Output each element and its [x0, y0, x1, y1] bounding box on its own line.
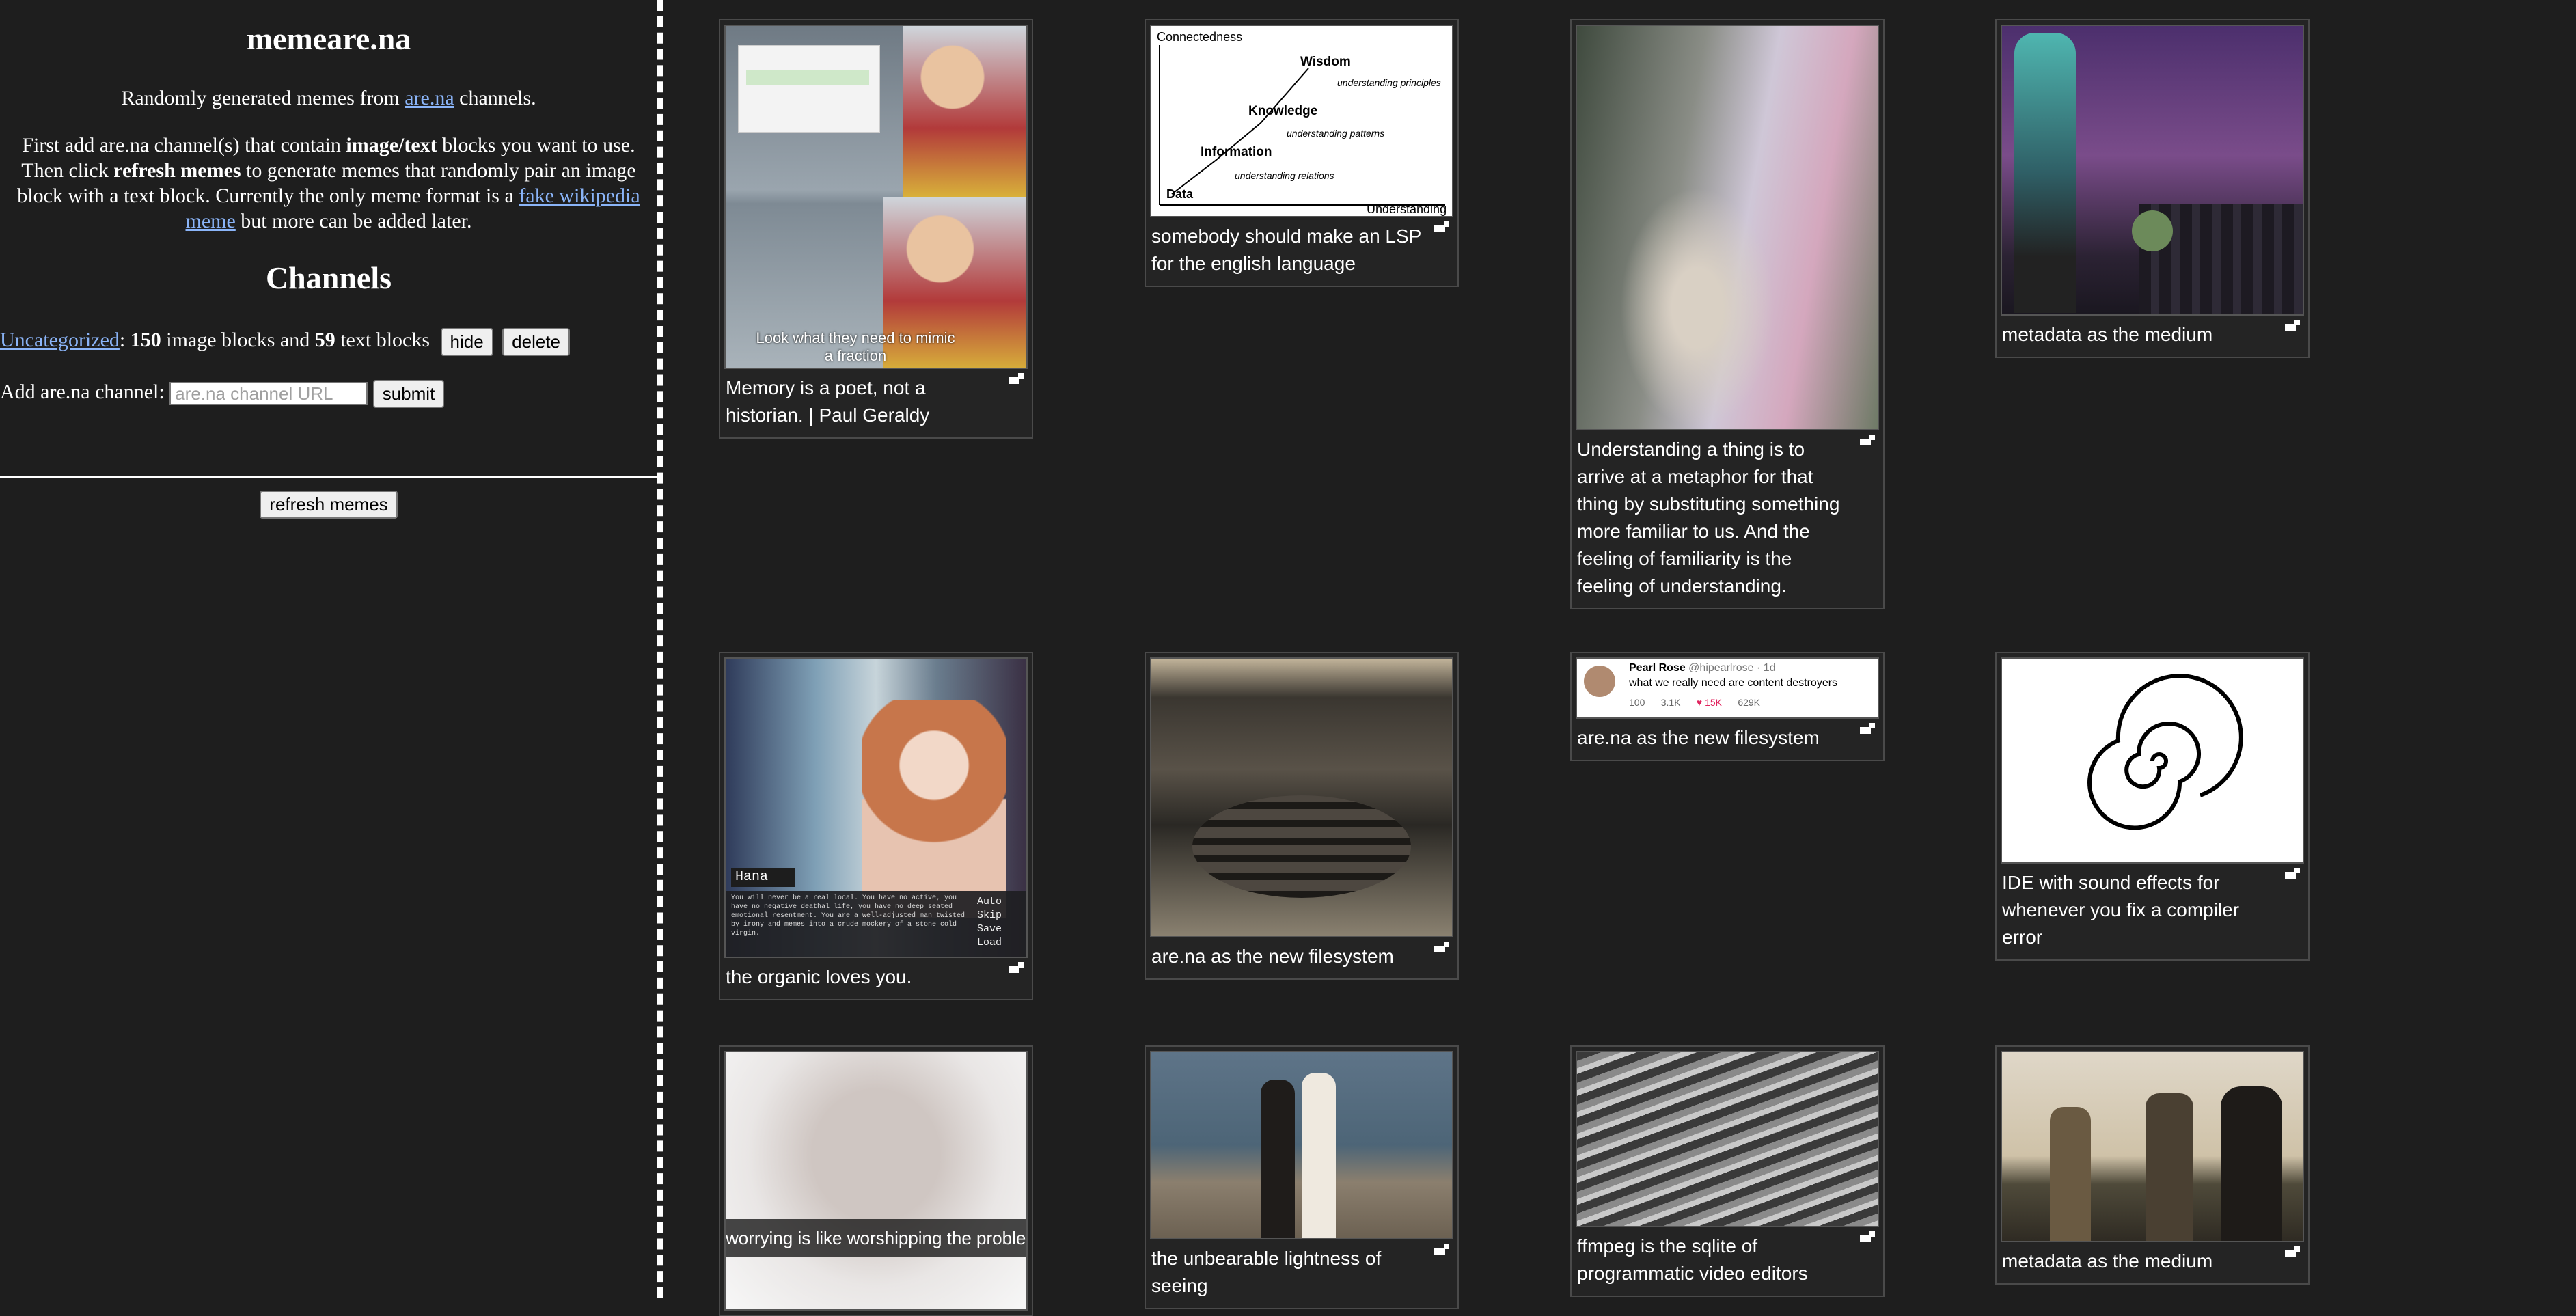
tweet-author: Pearl Rose: [1629, 662, 1686, 674]
meme-caption: the unbearable lightness of seeing: [1151, 1248, 1382, 1296]
view-count: 629K: [1738, 697, 1761, 708]
tweet-image: Pearl Rose @hipearlrose · 1d what we rea…: [1576, 657, 1879, 719]
meme-caption: Memory is a poet, not a historian. | Pau…: [726, 377, 930, 426]
meme-image: [2001, 657, 2304, 864]
meme-image: Hana You will never be a real local. You…: [724, 657, 1028, 958]
dikw-label: understanding relations: [1235, 170, 1334, 181]
meme-image: [1150, 657, 1453, 937]
meme-image: [2001, 1051, 2304, 1242]
meme-image: [2001, 25, 2304, 316]
spiral-drawing: [2087, 674, 2243, 830]
expand-icon[interactable]: [1434, 942, 1449, 952]
expand-icon[interactable]: [2285, 1246, 2300, 1257]
meme-caption: metadata as the medium: [2002, 324, 2213, 345]
sidebar: memeare.na Randomly generated memes from…: [0, 0, 657, 1298]
avatar: [1584, 666, 1615, 697]
meme-caption: Understanding a thing is to arrive at a …: [1577, 439, 1840, 597]
meme-card[interactable]: ffmpeg is the sqlite of programmatic vid…: [1570, 1045, 1885, 1297]
meme-card[interactable]: metadata as the medium: [1995, 19, 2310, 358]
app-title: memeare.na: [246, 21, 411, 56]
meme-caption: the organic loves you.: [726, 966, 912, 987]
channel-url-input[interactable]: [169, 382, 368, 406]
arena-link[interactable]: are.na: [405, 87, 454, 109]
vn-dialogue: You will never be a real local. You have…: [731, 894, 965, 937]
meme-image: [1576, 1051, 1879, 1227]
meme-card[interactable]: Hana You will never be a real local. You…: [719, 652, 1033, 1000]
meme-caption: are.na as the new filesystem: [1577, 727, 1820, 748]
expand-icon[interactable]: [2285, 868, 2300, 879]
meme-overlay-text: Look what they need to mimic a fraction: [756, 329, 955, 364]
meme-overlay-text: worrying is like worshipping the problem: [726, 1219, 1026, 1257]
vn-menu: Auto Skip Save Load: [977, 896, 1002, 948]
add-channel-row: Add are.na channel: submit: [0, 377, 445, 408]
repost-count: 3.1K: [1660, 697, 1681, 708]
expand-icon[interactable]: [1434, 221, 1449, 232]
channel-link-uncategorized[interactable]: Uncategorized: [0, 329, 120, 351]
channels-heading: Channels: [265, 260, 392, 295]
sidebar-divider: [0, 476, 657, 478]
dikw-label: Wisdom: [1300, 55, 1351, 69]
meme-card[interactable]: Pearl Rose @hipearlrose · 1d what we rea…: [1570, 652, 1885, 761]
tagline: Randomly generated memes from are.na cha…: [121, 87, 536, 109]
meme-caption: somebody should make an LSP for the engl…: [1151, 225, 1421, 274]
meme-card[interactable]: Connectedness Wisdom understanding princ…: [1145, 19, 1459, 287]
meme-card[interactable]: are.na as the new filesystem: [1145, 652, 1459, 980]
expand-icon[interactable]: [1434, 1244, 1449, 1255]
expand-icon[interactable]: [1860, 1231, 1875, 1242]
delete-channel-button[interactable]: delete: [502, 327, 571, 356]
meme-image: [1576, 25, 1879, 430]
expand-icon[interactable]: [1860, 723, 1875, 734]
channel-row: Uncategorized: 150 image blocks and 59 t…: [0, 325, 571, 356]
submit-button[interactable]: submit: [372, 379, 445, 408]
meme-card[interactable]: Understanding a thing is to arrive at a …: [1570, 19, 1885, 609]
meme-card[interactable]: metadata as the medium: [1995, 1045, 2310, 1285]
meme-card[interactable]: IDE with sound effects for whenever you …: [1995, 652, 2310, 961]
pane-divider: [657, 0, 663, 1298]
tweet-stats: 100 3.1K ♥ 15K 629K: [1629, 697, 1760, 708]
meme-caption: ffmpeg is the sqlite of programmatic vid…: [1577, 1235, 1808, 1284]
meme-caption: are.na as the new filesystem: [1151, 946, 1394, 967]
meme-image: Look what they need to mimic a fraction: [724, 25, 1028, 369]
expand-icon[interactable]: [1860, 435, 1875, 445]
meme-caption: metadata as the medium: [2002, 1250, 2213, 1272]
meme-image: Connectedness Wisdom understanding princ…: [1150, 25, 1453, 217]
dikw-label: Understanding: [1367, 202, 1447, 216]
meme-card[interactable]: worrying is like worshipping the problem: [719, 1045, 1033, 1316]
instructions: First add are.na channel(s) that contain…: [17, 134, 640, 232]
heart-icon: ♥: [1696, 697, 1703, 708]
dikw-label: Information: [1201, 145, 1272, 159]
meme-card[interactable]: the unbearable lightness of seeing: [1145, 1045, 1459, 1309]
like-count: 15K: [1705, 697, 1722, 708]
expand-icon[interactable]: [2285, 320, 2300, 331]
dikw-label: understanding principles: [1337, 77, 1441, 88]
meme-image: [1150, 1051, 1453, 1239]
vn-name-box: Hana: [731, 868, 795, 887]
dikw-label: Connectedness: [1157, 30, 1242, 44]
dikw-chart: Connectedness Wisdom understanding princ…: [1157, 30, 1447, 216]
meme-card[interactable]: Look what they need to mimic a fraction …: [719, 19, 1033, 439]
refresh-memes-button[interactable]: refresh memes: [260, 491, 398, 519]
expand-icon[interactable]: [1009, 373, 1024, 384]
tweet-handle: @hipearlrose · 1d: [1688, 662, 1776, 674]
dikw-label: Knowledge: [1248, 104, 1317, 118]
image-block-count: 150: [130, 329, 161, 351]
dikw-label: understanding patterns: [1287, 128, 1384, 139]
hide-channel-button[interactable]: hide: [440, 327, 493, 356]
reply-count: 100: [1629, 697, 1645, 708]
dikw-label: Data: [1166, 187, 1194, 201]
meme-caption: IDE with sound effects for whenever you …: [2002, 872, 2240, 948]
expand-icon[interactable]: [1009, 962, 1024, 973]
text-block-count: 59: [314, 329, 335, 351]
meme-image: worrying is like worshipping the problem: [724, 1051, 1028, 1311]
tweet-text: what we really need are content destroye…: [1629, 677, 1838, 689]
add-channel-label: Add are.na channel:: [0, 381, 165, 403]
